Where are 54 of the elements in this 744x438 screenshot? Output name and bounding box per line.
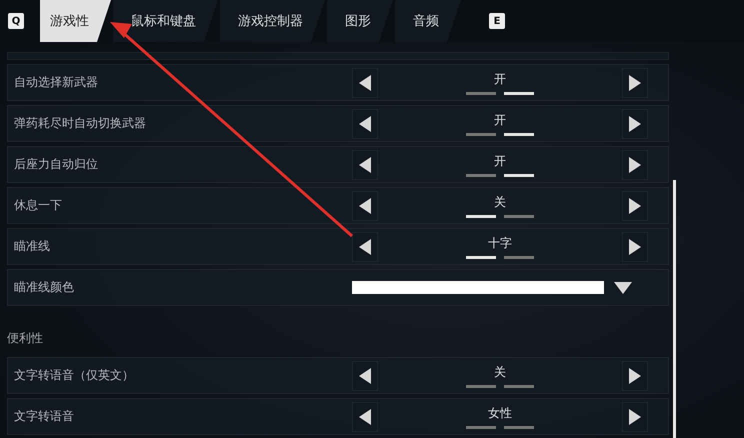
tab[interactable]: 音频 (395, 0, 461, 42)
setting-label: 瞄准线颜色 (13, 279, 75, 296)
setting-value: 开 (494, 70, 506, 88)
left-triangle-icon (359, 408, 371, 424)
right-triangle-icon (629, 238, 641, 254)
section-title: 便利性 (7, 330, 44, 347)
right-triangle-icon (629, 156, 641, 172)
setting-label: 自动选择新武器 (13, 74, 99, 91)
left-triangle-icon (359, 74, 371, 90)
color-swatch[interactable] (352, 281, 604, 294)
tab[interactable]: 游戏性 (40, 0, 111, 42)
right-arrow-button[interactable] (622, 150, 648, 180)
left-triangle-icon (359, 238, 371, 254)
left-triangle-icon (359, 156, 371, 172)
setting-value: 开 (494, 152, 506, 170)
left-arrow-button[interactable] (352, 190, 378, 220)
right-arrow-button[interactable] (622, 360, 648, 390)
setting-value: 关 (494, 364, 506, 380)
setting-label: 瞄准线 (13, 238, 51, 255)
left-arrow-button[interactable] (352, 108, 378, 138)
scrollbar[interactable] (673, 180, 676, 438)
setting-label: 后座力自动归位 (13, 156, 99, 173)
right-triangle-icon (629, 116, 641, 132)
setting-label: 文字转语音（仅英文） (13, 367, 135, 384)
right-arrow-button[interactable] (622, 190, 648, 220)
dropdown-icon[interactable] (614, 282, 632, 294)
left-arrow-button[interactable] (352, 402, 378, 432)
left-triangle-icon (359, 198, 371, 214)
setting-label: 休息一下 (13, 197, 63, 214)
setting-value: 女性 (488, 404, 512, 422)
right-triangle-icon (629, 74, 641, 90)
tab[interactable]: 鼠标和键盘 (113, 0, 218, 42)
setting-label: 弹药耗尽时自动切换武器 (13, 115, 147, 132)
left-triangle-icon (359, 116, 371, 132)
setting-value: 十字 (488, 234, 512, 252)
setting-value: 关 (494, 194, 506, 210)
left-arrow-button[interactable] (352, 68, 378, 98)
right-arrow-button[interactable] (622, 232, 648, 262)
tab[interactable]: 图形 (327, 0, 393, 42)
right-triangle-icon (629, 368, 641, 384)
left-arrow-button[interactable] (352, 150, 378, 180)
left-triangle-icon (359, 368, 371, 384)
key-hint: Q (8, 13, 24, 29)
right-arrow-button[interactable] (622, 108, 648, 138)
tab[interactable]: 游戏控制器 (220, 0, 325, 42)
setting-value: 开 (494, 112, 506, 128)
setting-label: 文字转语音 (13, 408, 75, 425)
left-arrow-button[interactable] (352, 232, 378, 262)
right-arrow-button[interactable] (622, 402, 648, 432)
key-hint: E (489, 13, 505, 29)
right-triangle-icon (629, 408, 641, 424)
left-arrow-button[interactable] (352, 360, 378, 390)
right-arrow-button[interactable] (622, 68, 648, 98)
right-triangle-icon (629, 198, 641, 214)
